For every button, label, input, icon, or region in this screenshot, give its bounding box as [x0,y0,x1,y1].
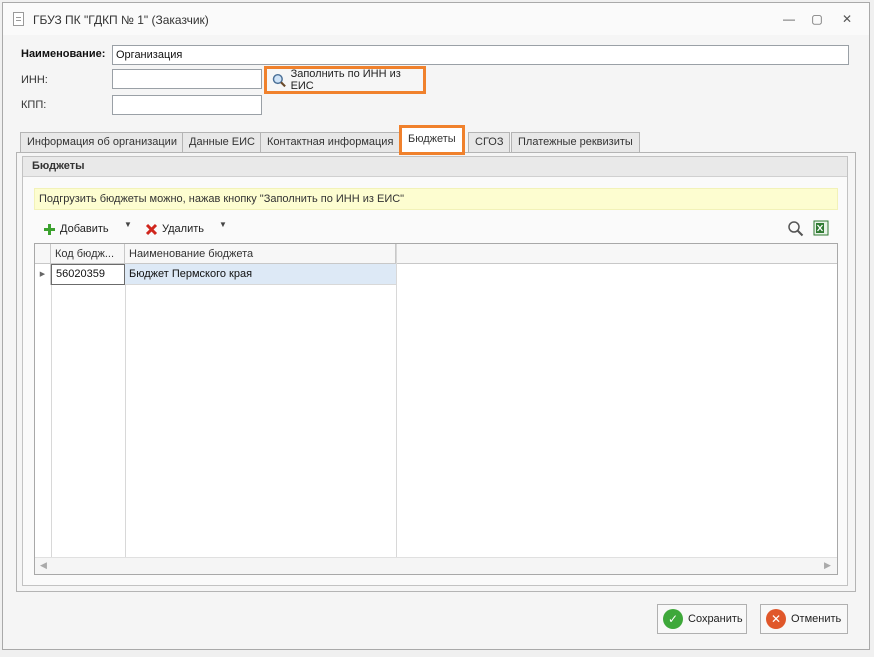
cancel-label: Отменить [791,613,842,625]
grid-line [125,285,126,557]
fill-button-label: Заполнить по ИНН из ЕИС [290,68,401,92]
cancel-icon: ✕ [766,609,786,629]
add-dropdown-icon[interactable]: ▼ [124,220,132,229]
fill-by-inn-button[interactable]: Заполнить по ИНН из ЕИС [264,66,426,94]
kpp-label: КПП: [21,99,47,111]
cell-code[interactable]: 56020359 [51,264,125,285]
tab-org-info[interactable]: Информация об организации [20,132,184,152]
delete-x-icon [145,223,158,235]
budgets-grid: Код бюдж... Наименование бюджета ▶ 56020… [34,243,838,575]
tab-payment-details[interactable]: Платежные реквизиты [511,132,640,152]
tab-contact-info[interactable]: Контактная информация [260,132,401,152]
hint-banner: Подгрузить бюджеты можно, нажав кнопку "… [34,188,838,210]
cancel-button[interactable]: ✕ Отменить [760,604,848,634]
grid-search-icon[interactable] [787,220,804,237]
kpp-field[interactable] [112,95,262,115]
save-button[interactable]: ✓ Сохранить [657,604,747,634]
tab-eis-data[interactable]: Данные ЕИС [182,132,262,152]
inn-field[interactable] [112,69,262,89]
document-icon [13,12,24,26]
grid-line [51,285,52,557]
row-pointer-icon: ▶ [35,264,51,285]
check-icon: ✓ [663,609,683,629]
add-button[interactable]: Добавить [43,220,109,238]
name-field[interactable] [112,45,849,65]
add-label: Добавить [60,223,109,235]
column-header-name[interactable]: Наименование бюджета [125,244,396,264]
search-icon [272,73,286,87]
budgets-group: Бюджеты Подгрузить бюджеты можно, нажав … [22,156,848,586]
cell-name[interactable]: Бюджет Пермского края [125,264,396,285]
delete-button[interactable]: Удалить [145,220,204,238]
scroll-left-icon[interactable]: ◀ [40,560,47,571]
scroll-right-icon[interactable]: ▶ [824,560,831,571]
tab-sgoz[interactable]: СГОЗ [468,132,511,152]
name-label: Наименование: [21,48,106,60]
row-indicator-header [35,244,51,264]
column-header-code[interactable]: Код бюдж... [51,244,125,264]
plus-icon [44,223,55,235]
inn-label: ИНН: [21,74,48,86]
title-bar: ГБУЗ ПК "ГДКП № 1" (Заказчик) — ▢ ✕ [3,3,869,35]
group-title: Бюджеты [32,160,85,172]
minimize-icon[interactable]: — [781,12,797,26]
restore-icon[interactable]: ▢ [809,12,825,26]
window-title: ГБУЗ ПК "ГДКП № 1" (Заказчик) [33,13,209,27]
group-header: Бюджеты [23,157,847,177]
delete-label: Удалить [162,223,204,235]
excel-export-icon[interactable] [813,220,829,236]
close-icon[interactable]: ✕ [839,12,855,26]
save-label: Сохранить [688,613,743,625]
grid-line [396,244,397,557]
tab-budgets[interactable]: Бюджеты [399,125,465,155]
grid-header: Код бюдж... Наименование бюджета [35,244,837,264]
delete-dropdown-icon[interactable]: ▼ [219,220,227,229]
horizontal-scrollbar[interactable]: ◀ ▶ [35,557,837,574]
